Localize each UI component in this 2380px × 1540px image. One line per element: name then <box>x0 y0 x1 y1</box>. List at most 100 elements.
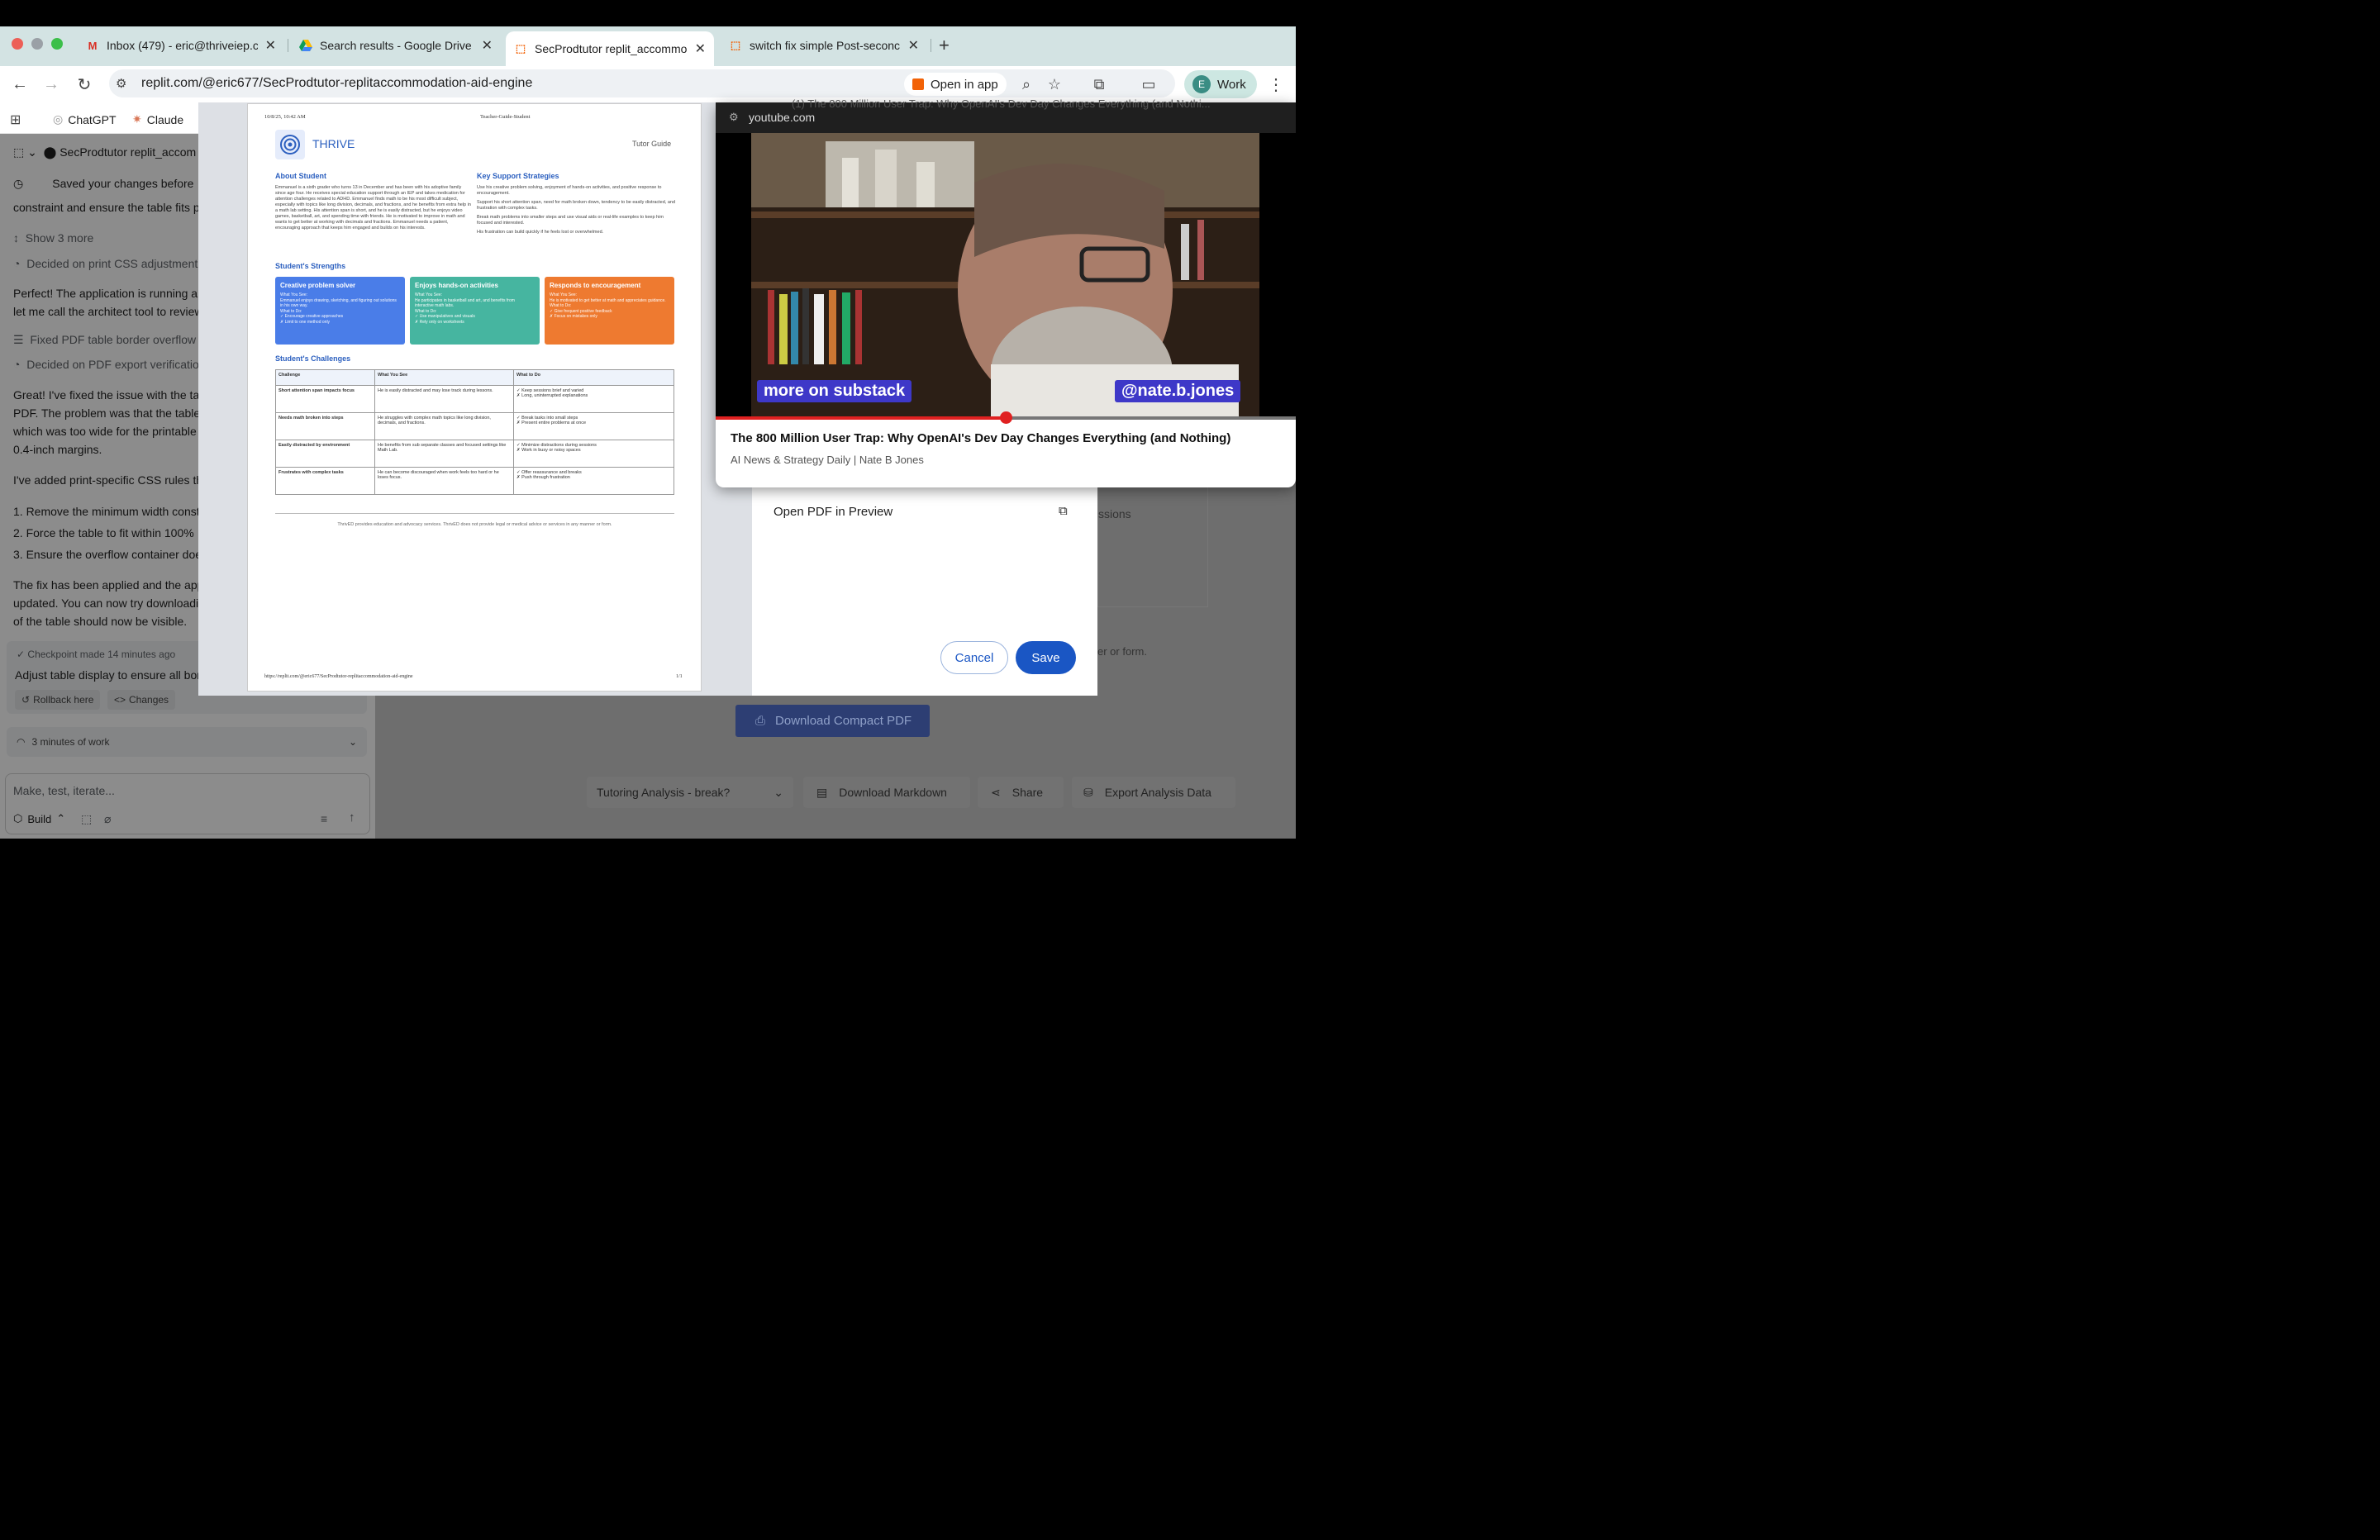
pdf-challenges-heading: Student's Challenges <box>275 354 351 363</box>
strength-card: Creative problem solver What You See: Em… <box>275 277 405 345</box>
table-cell: He is easily distracted and may lose tra… <box>374 385 514 413</box>
profile-button[interactable]: E Work <box>1184 70 1257 98</box>
apps-grid-icon[interactable]: ⊞ <box>10 112 21 128</box>
extensions-icon[interactable]: ⧉ <box>1088 73 1111 96</box>
tab-replit-2[interactable]: ⬚ switch fix simple Post-seconc ✕ <box>721 31 927 59</box>
save-button[interactable]: Save <box>1016 641 1076 674</box>
thrive-logo-icon <box>275 130 305 159</box>
card-dont: ✗ Focus on mistakes only <box>550 314 597 319</box>
open-in-app-label: Open in app <box>931 77 998 92</box>
avatar: E <box>1192 75 1211 93</box>
pdf-strategy: Use his creative problem solving, enjoym… <box>477 185 662 196</box>
behind-text: ssions <box>1098 507 1131 520</box>
analysis-select[interactable]: Tutoring Analysis - break? ⌄ <box>587 777 793 808</box>
site-settings-icon[interactable]: ⚙ <box>729 111 739 124</box>
bookmark-claude[interactable]: ✷ Claude <box>132 112 183 126</box>
table-cell: ✓ Keep sessions brief and varied ✗ Long, … <box>513 385 674 413</box>
table-cell: Needs math broken into steps <box>275 412 375 440</box>
pip-domain: youtube.com <box>749 111 816 124</box>
table-cell: ✓ Break tasks into small steps ✗ Present … <box>513 412 674 440</box>
table-row: Short attention span impacts focus He is… <box>275 385 674 413</box>
replit-icon: ⬚ <box>730 39 741 51</box>
tab-google-drive[interactable]: Search results - Google Drive ✕ <box>291 31 501 59</box>
forward-icon[interactable]: → <box>40 73 63 96</box>
export-analysis-button[interactable]: ⛁ Export Analysis Data <box>1072 777 1235 808</box>
card-title: Responds to encouragement <box>550 282 641 289</box>
download-compact-pdf-button[interactable]: ⎙ Download Compact PDF <box>735 705 930 737</box>
pdf-strengths-heading: Student's Strengths <box>275 262 346 270</box>
video-image <box>751 133 1259 418</box>
table-cell: He benefits from sub separate classes an… <box>374 440 514 468</box>
close-tab-icon[interactable]: ✕ <box>482 37 493 54</box>
maximize-window-icon[interactable] <box>51 38 63 50</box>
download-markdown-button[interactable]: ▤ Download Markdown <box>803 777 970 808</box>
menu-kebab-icon[interactable]: ⋮ <box>1264 73 1288 96</box>
tab-replit-active[interactable]: ⬚ SecProdtutor replit_accommo ✕ <box>506 31 714 66</box>
card-title: Enjoys hands-on activities <box>415 282 498 289</box>
card-text: Emmanuel enjoys drawing, sketching, and … <box>280 297 397 309</box>
url-text[interactable]: replit.com/@eric677/SecProdtutor-replita… <box>141 76 532 91</box>
chevron-down-icon: ⌄ <box>774 785 783 799</box>
pdf-date: 10/8/25, 10:42 AM <box>264 114 306 120</box>
button-label: Share <box>1011 786 1044 799</box>
replit-icon: ⬚ <box>515 42 526 55</box>
cancel-button[interactable]: Cancel <box>940 641 1008 674</box>
video-frame[interactable] <box>751 133 1259 418</box>
external-link-icon[interactable]: ⧉ <box>1059 504 1068 518</box>
video-overlay-left: more on substack <box>757 380 912 402</box>
reload-icon[interactable]: ↻ <box>73 73 96 96</box>
strength-card: Enjoys hands-on activities What You See:… <box>410 277 540 345</box>
close-tab-icon[interactable]: ✕ <box>695 40 706 57</box>
pdf-about-heading: About Student <box>275 172 326 180</box>
bookmark-chatgpt[interactable]: ◎ ChatGPT <box>53 112 117 126</box>
pdf-brand: THRIVE <box>312 137 355 150</box>
profile-label: Work <box>1217 77 1246 92</box>
minimize-window-icon[interactable] <box>31 38 43 50</box>
zoom-icon[interactable]: ⌕ <box>1015 73 1038 96</box>
behind-table-fragment: ssions <box>1097 471 1208 607</box>
pdf-disclaimer: ThrivED provides education and advocacy … <box>337 522 612 527</box>
behind-text: er or form. <box>1097 645 1147 658</box>
card-dont: ✗ Rely only on worksheets <box>415 319 464 325</box>
dont-item: ✗ Present entire problems at once <box>516 421 587 425</box>
tab-title: Search results - Google Drive <box>320 39 472 52</box>
open-pdf-in-preview-link[interactable]: Open PDF in Preview <box>774 505 892 519</box>
button-label: Download Markdown <box>839 786 947 799</box>
pdf-guide-label: Tutor Guide <box>632 140 672 148</box>
card-title: Creative problem solver <box>280 282 356 289</box>
database-icon: ⛁ <box>1083 785 1093 799</box>
open-in-app-button[interactable]: Open in app <box>904 73 1007 96</box>
select-value: Tutoring Analysis - break? <box>597 786 731 799</box>
drive-icon <box>299 39 312 52</box>
close-tab-icon[interactable]: ✕ <box>265 37 276 54</box>
column-header: Challenge <box>275 369 375 386</box>
card-dont: ✗ Limit to one method only <box>280 319 331 325</box>
strength-card: Responds to encouragement What You See: … <box>545 277 674 345</box>
close-window-icon[interactable] <box>12 38 23 50</box>
share-icon: ⋖ <box>991 785 1001 799</box>
bookmark-star-icon[interactable]: ☆ <box>1043 73 1066 96</box>
cast-icon[interactable]: ▭ <box>1137 73 1160 96</box>
share-button[interactable]: ⋖ Share <box>978 777 1064 808</box>
pdf-strategy: Support his short attention span, need f… <box>477 200 676 211</box>
close-tab-icon[interactable]: ✕ <box>908 37 919 54</box>
dont-item: ✗ Work in busy or noisy spaces <box>516 448 581 453</box>
back-icon[interactable]: ← <box>8 73 31 96</box>
chatgpt-icon: ◎ <box>53 112 64 126</box>
table-cell: He struggles with complex math topics li… <box>374 412 514 440</box>
new-tab-icon[interactable]: + <box>939 35 950 56</box>
card-text: He participates in basketball and art, a… <box>415 297 515 309</box>
video-overlay-right: @nate.b.jones <box>1115 380 1241 402</box>
pdf-strategy: His frustration can build quickly if he … <box>477 230 604 235</box>
printer-icon: ⎙ <box>755 714 766 728</box>
video-title: The 800 Million User Trap: Why OpenAI's … <box>731 431 1231 445</box>
pdf-strategies-heading: Key Support Strategies <box>477 172 559 180</box>
bookmark-label: ChatGPT <box>68 112 117 126</box>
site-settings-icon[interactable]: ⚙ <box>116 76 126 91</box>
pdf-strategy: Break math problems into smaller steps a… <box>477 215 664 226</box>
pdf-header-title: Teacher-Guide-Student <box>480 114 531 120</box>
pip-header-title: (1) The 800 Million User Trap: Why OpenA… <box>792 97 1211 110</box>
tab-gmail[interactable]: M Inbox (479) - eric@thriveiep.c ✕ <box>78 31 284 59</box>
table-header-row: Challenge What You See What to Do <box>275 369 674 386</box>
video-progress-handle[interactable] <box>1000 411 1012 424</box>
